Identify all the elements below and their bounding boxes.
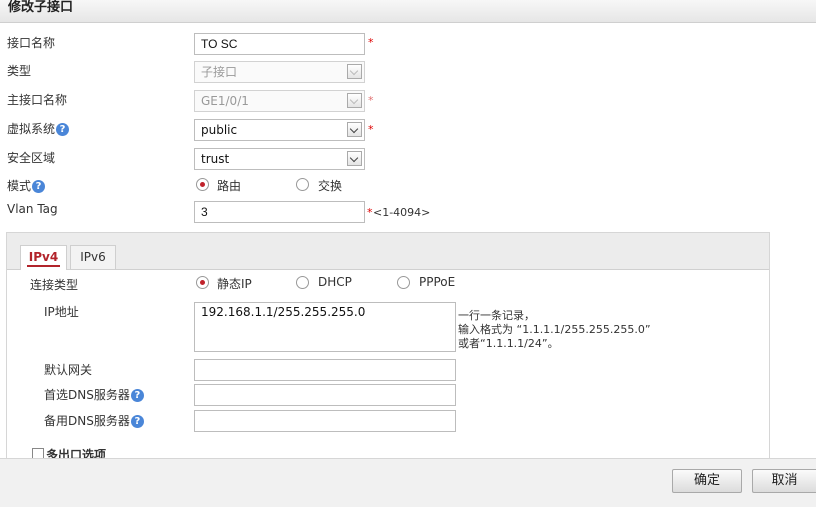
required-mark: * (368, 36, 374, 49)
type-select-value: 子接口 (201, 65, 238, 79)
dhcp-radio[interactable] (296, 276, 309, 289)
parent-interface-value: GE1/0/1 (201, 94, 249, 108)
virtual-system-value: public (201, 123, 238, 137)
type-select: 子接口 (194, 61, 365, 83)
security-zone-value: trust (201, 152, 230, 166)
mode-label: 模式? (7, 177, 46, 194)
dialog-title-bar: 修改子接口 (0, 0, 816, 23)
chevron-down-icon (347, 64, 362, 79)
required-mark: * (368, 123, 374, 136)
chevron-down-icon (347, 93, 362, 108)
mode-switch-label[interactable]: 交换 (318, 177, 342, 194)
preferred-dns-label: 首选DNS服务器? (44, 386, 144, 403)
help-icon[interactable]: ? (130, 389, 144, 402)
cancel-button[interactable]: 取消 (752, 469, 816, 493)
parent-interface-label: 主接口名称 (7, 93, 68, 107)
pppoe-label[interactable]: PPPoE (419, 275, 455, 289)
default-gateway-input[interactable] (194, 359, 456, 381)
mode-switch-radio[interactable] (296, 178, 309, 191)
static-ip-label[interactable]: 静态IP (217, 275, 252, 292)
dialog-footer: 确定 取消 (0, 458, 816, 507)
chevron-down-icon[interactable] (347, 151, 362, 166)
virtual-system-label: 虚拟系统? (7, 120, 70, 137)
ok-button[interactable]: 确定 (672, 469, 742, 493)
vlan-tag-range: <1-4094> (373, 206, 431, 219)
default-gateway-label: 默认网关 (44, 363, 93, 377)
security-zone-select[interactable]: trust (194, 148, 365, 170)
required-mark: * (367, 206, 373, 219)
ip-address-hint: 一行一条记录， 输入格式为 “1.1.1.1/255.255.255.0” 或者… (458, 309, 651, 351)
preferred-dns-input[interactable] (194, 384, 456, 406)
ip-address-hint-line: 或者“1.1.1.1/24”。 (458, 337, 559, 350)
help-icon[interactable]: ? (130, 415, 144, 428)
parent-interface-select: GE1/0/1 (194, 90, 365, 112)
virtual-system-select[interactable]: public (194, 119, 365, 141)
dhcp-label[interactable]: DHCP (318, 275, 352, 289)
connection-type-label: 连接类型 (30, 278, 79, 292)
alternate-dns-label-text: 备用DNS服务器 (44, 414, 130, 428)
alternate-dns-input[interactable] (194, 410, 456, 432)
mode-route-radio[interactable] (196, 178, 209, 191)
security-zone-label: 安全区域 (7, 151, 56, 165)
interface-name-input[interactable] (194, 33, 365, 55)
type-label: 类型 (7, 64, 32, 78)
required-mark: * (368, 94, 374, 107)
vlan-tag-input[interactable] (194, 201, 365, 223)
static-ip-radio[interactable] (196, 276, 209, 289)
help-icon[interactable]: ? (56, 123, 70, 136)
dialog-title: 修改子接口 (8, 0, 74, 15)
alternate-dns-label: 备用DNS服务器? (44, 412, 144, 429)
tab-strip: IPv4 IPv6 (7, 233, 769, 270)
ip-address-textarea[interactable]: 192.168.1.1/255.255.255.0 (194, 302, 456, 352)
mode-route-label[interactable]: 路由 (217, 177, 241, 194)
tab-ipv6[interactable]: IPv6 (70, 245, 116, 269)
ip-address-label: IP地址 (44, 305, 79, 319)
interface-name-label: 接口名称 (7, 36, 56, 50)
vlan-tag-label: Vlan Tag (7, 202, 58, 216)
preferred-dns-label-text: 首选DNS服务器 (44, 388, 130, 402)
ip-address-hint-line: 输入格式为 “1.1.1.1/255.255.255.0” (458, 323, 651, 336)
tab-ipv4[interactable]: IPv4 (20, 245, 67, 270)
virtual-system-label-text: 虚拟系统 (7, 122, 56, 136)
chevron-down-icon[interactable] (347, 122, 362, 137)
help-icon[interactable]: ? (32, 180, 46, 193)
pppoe-radio[interactable] (397, 276, 410, 289)
ip-address-hint-line: 一行一条记录， (458, 309, 535, 322)
mode-label-text: 模式 (7, 179, 32, 193)
